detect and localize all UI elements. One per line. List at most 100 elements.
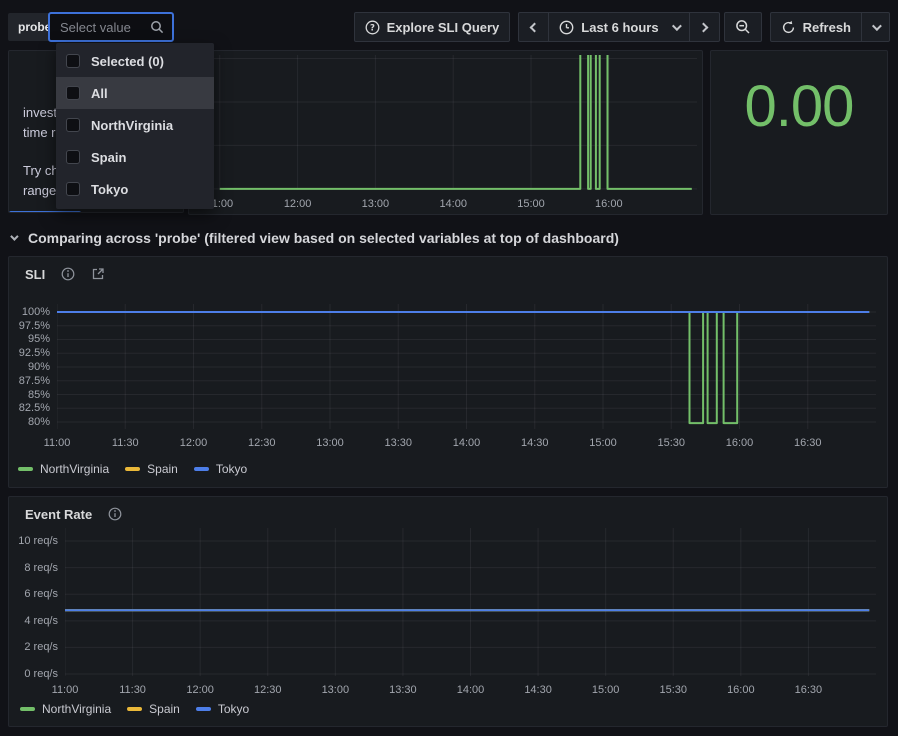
y-tick-label: 2 req/s — [14, 640, 58, 654]
y-tick-label: 100% — [12, 305, 50, 319]
x-tick-label: 15:00 — [503, 197, 559, 211]
series-NorthVirginia — [57, 312, 869, 423]
x-tick-label: 15:30 — [645, 683, 701, 697]
checkbox[interactable] — [66, 118, 80, 132]
explore-sli-query-button[interactable]: ? Explore SLI Query — [354, 12, 511, 42]
dropdown-option-label: All — [91, 86, 108, 101]
x-tick-label: 12:30 — [240, 683, 296, 697]
x-tick-label: 14:30 — [510, 683, 566, 697]
x-tick-label: 11:30 — [97, 436, 153, 450]
x-tick-label: 13:30 — [375, 683, 431, 697]
chevron-down-icon — [672, 21, 682, 31]
time-range-forward-button[interactable] — [690, 12, 720, 42]
y-tick-label: 90% — [12, 360, 50, 374]
legend-item[interactable]: Tokyo — [194, 462, 247, 476]
legend-item[interactable]: Tokyo — [196, 702, 249, 716]
y-tick-label: 97.5% — [12, 319, 50, 333]
dropdown-option-label: Selected (0) — [91, 54, 164, 69]
x-tick-label: 12:00 — [270, 197, 326, 211]
x-tick-label: 11:00 — [37, 683, 93, 697]
x-tick-label: 12:30 — [234, 436, 290, 450]
checkbox[interactable] — [66, 54, 80, 68]
y-tick-label: 8 req/s — [14, 561, 58, 575]
x-tick-label: 16:00 — [713, 683, 769, 697]
legend-item[interactable]: NorthVirginia — [18, 462, 109, 476]
x-tick-label: 16:00 — [712, 436, 768, 450]
legend-swatch — [18, 467, 33, 471]
variable-value-select[interactable]: Select value — [48, 12, 174, 42]
x-tick-label: 13:30 — [370, 436, 426, 450]
external-link-icon[interactable] — [91, 267, 105, 281]
section-header-row[interactable]: Comparing across 'probe' (filtered view … — [10, 228, 619, 248]
explore-button-label: Explore SLI Query — [387, 20, 500, 35]
x-tick-label: 16:30 — [780, 436, 836, 450]
dropdown-option-label: Spain — [91, 150, 126, 165]
y-tick-label: 6 req/s — [14, 587, 58, 601]
panel-text-line: investi — [23, 105, 60, 120]
time-range-back-button[interactable] — [518, 12, 549, 42]
dropdown-option[interactable]: All — [56, 77, 214, 109]
toolbar-right: ? Explore SLI Query Last 6 hours Refresh — [354, 12, 890, 42]
question-circle-icon: ? — [365, 20, 380, 35]
y-tick-label: 80% — [12, 415, 50, 429]
y-tick-label: 4 req/s — [14, 614, 58, 628]
x-tick-label: 15:00 — [575, 436, 631, 450]
x-tick-label: 11:00 — [29, 436, 85, 450]
checkbox[interactable] — [66, 150, 80, 164]
select-placeholder: Select value — [60, 20, 131, 35]
x-tick-label: 15:30 — [643, 436, 699, 450]
info-icon[interactable] — [61, 267, 75, 281]
x-tick-label: 15:00 — [578, 683, 634, 697]
zoom-out-button[interactable] — [724, 12, 762, 42]
event-rate-legend: NorthVirginia Spain Tokyo — [20, 701, 249, 717]
x-tick-label: 14:30 — [507, 436, 563, 450]
x-tick-label: 13:00 — [347, 197, 403, 211]
checkbox[interactable] — [66, 86, 80, 100]
dropdown-option[interactable]: Tokyo — [56, 173, 214, 205]
legend-swatch — [194, 467, 209, 471]
refresh-button[interactable]: Refresh — [770, 12, 862, 42]
chart-plot-area[interactable] — [65, 528, 876, 676]
y-tick-label: 87.5% — [12, 374, 50, 388]
sli-panel-title[interactable]: SLI — [25, 267, 45, 282]
collapse-chevron-icon — [10, 232, 18, 240]
checkbox[interactable] — [66, 182, 80, 196]
chart-plot-area[interactable] — [212, 55, 697, 190]
y-tick-label: 85% — [12, 388, 50, 402]
variable-options-dropdown: Selected (0) All NorthVirginia Spain Tokyo — [56, 43, 214, 209]
dropdown-option[interactable]: Selected (0) — [56, 45, 214, 77]
chevron-right-icon — [698, 22, 708, 32]
legend-item[interactable]: NorthVirginia — [20, 702, 111, 716]
legend-swatch — [20, 707, 35, 711]
stat-panel: 0.00 — [710, 50, 888, 215]
legend-label: Spain — [147, 462, 178, 476]
refresh-label: Refresh — [803, 20, 851, 35]
panel-text-line: range — [23, 183, 56, 198]
legend-item[interactable]: Spain — [127, 702, 180, 716]
legend-label: NorthVirginia — [40, 462, 109, 476]
x-tick-label: 14:00 — [425, 197, 481, 211]
x-tick-label: 13:00 — [302, 436, 358, 450]
dropdown-option-label: Tokyo — [91, 182, 128, 197]
create-button[interactable]: Create — [9, 211, 81, 213]
variable-label-text: probe — [18, 20, 51, 34]
x-tick-label: 14:00 — [443, 683, 499, 697]
event-rate-panel-title[interactable]: Event Rate — [25, 507, 92, 522]
dropdown-option[interactable]: Spain — [56, 141, 214, 173]
legend-swatch — [127, 707, 142, 711]
event-rate-chart[interactable]: 10 req/s8 req/s6 req/s4 req/s2 req/s0 re… — [14, 528, 876, 702]
y-tick-label: 10 req/s — [14, 534, 58, 548]
dropdown-option[interactable]: NorthVirginia — [56, 109, 214, 141]
legend-item[interactable]: Spain — [125, 462, 178, 476]
refresh-interval-dropdown[interactable] — [862, 12, 890, 42]
overview-chart[interactable]: 024611:0012:0013:0014:0015:0016:00 — [188, 55, 697, 210]
legend-label: Spain — [149, 702, 180, 716]
x-tick-label: 12:00 — [166, 436, 222, 450]
search-icon — [150, 20, 164, 34]
time-range-picker-button[interactable]: Last 6 hours — [549, 12, 689, 42]
x-tick-label: 11:30 — [105, 683, 161, 697]
info-icon[interactable] — [108, 507, 122, 521]
x-tick-label: 16:30 — [780, 683, 836, 697]
sli-chart[interactable]: 100%97.5%95%92.5%90%87.5%85%82.5%80%11:0… — [12, 304, 876, 455]
chart-plot-area[interactable] — [57, 304, 876, 429]
